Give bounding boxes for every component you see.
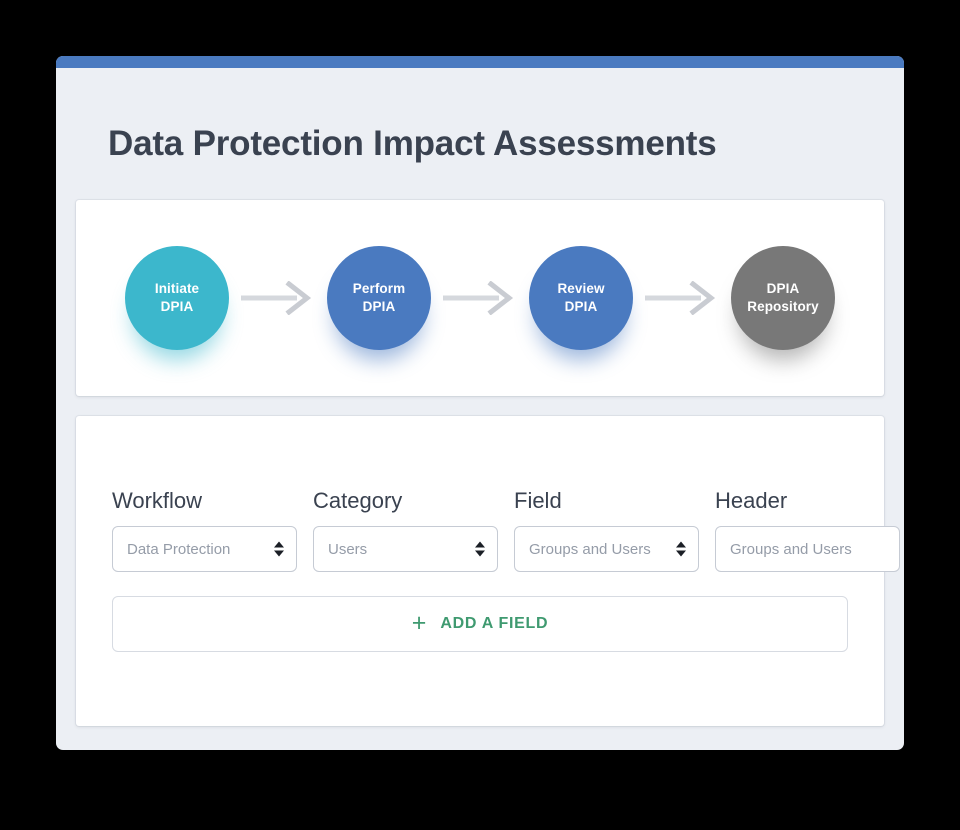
field-label-field: Field [514, 488, 562, 513]
stepper-arrows-icon[interactable] [676, 541, 686, 557]
add-a-field-label: ADD A FIELD [440, 615, 549, 632]
category-select-value: Users [328, 540, 368, 558]
node-circle: Review DPIA [529, 246, 633, 350]
field-group-header: Header Groups and Users [715, 490, 900, 572]
stepper-arrows-icon[interactable] [475, 541, 485, 557]
add-a-field-button[interactable]: + ADD A FIELD [112, 596, 848, 652]
form-body: Workflow Data Protection Category Users … [76, 416, 900, 652]
header-input-value: Groups and Users [730, 540, 852, 558]
workflow-node-initiate-dpia[interactable]: Initiate DPIA [125, 246, 229, 360]
chevron-up-icon [676, 541, 686, 548]
chevron-down-icon [274, 550, 284, 557]
header-input[interactable]: Groups and Users [715, 526, 900, 572]
field-label-workflow: Workflow [112, 488, 203, 513]
screen-root: Data Protection Impact Assessments Initi… [0, 0, 960, 830]
page-title: Data Protection Impact Assessments [108, 124, 717, 163]
field-label-header: Header [715, 488, 788, 513]
chevron-up-icon [274, 541, 284, 548]
field-group-category: Category Users [313, 490, 498, 572]
workflow-node-perform-dpia[interactable]: Perform DPIA [327, 246, 431, 360]
arrow-right-icon [239, 278, 317, 318]
plus-icon: + [411, 608, 427, 637]
field-label-category: Category [313, 488, 403, 513]
field-configuration-panel: Workflow Data Protection Category Users … [76, 416, 900, 726]
field-group-workflow: Workflow Data Protection [112, 490, 297, 572]
node-label: Review DPIA [557, 281, 605, 314]
category-select[interactable]: Users [313, 526, 498, 572]
workflow-select-value: Data Protection [127, 540, 231, 558]
chevron-up-icon [475, 541, 485, 548]
field-row: Workflow Data Protection Category Users … [112, 490, 900, 572]
window-title-bar [56, 56, 904, 68]
workflow-node-dpia-repository[interactable]: DPIA Repository [731, 246, 835, 360]
application-window: Data Protection Impact Assessments Initi… [56, 56, 904, 750]
field-group-field: Field Groups and Users [514, 490, 699, 572]
field-select-value: Groups and Users [529, 540, 651, 558]
node-label: Perform DPIA [352, 281, 406, 314]
node-label: Initiate DPIA [154, 281, 200, 314]
chevron-down-icon [676, 550, 686, 557]
arrow-right-icon [441, 278, 519, 318]
field-select[interactable]: Groups and Users [514, 526, 699, 572]
arrow-right-icon [643, 278, 721, 318]
workflow-node-review-dpia[interactable]: Review DPIA [529, 246, 633, 360]
workflow-flow: Initiate DPIA Perform DPIA Review DPIA D… [76, 200, 884, 396]
chevron-down-icon [475, 550, 485, 557]
node-circle: DPIA Repository [731, 246, 835, 350]
stepper-arrows-icon[interactable] [274, 541, 284, 557]
workflow-diagram-panel: Initiate DPIA Perform DPIA Review DPIA D… [76, 200, 884, 396]
node-circle: Perform DPIA [327, 246, 431, 350]
workflow-select[interactable]: Data Protection [112, 526, 297, 572]
node-circle: Initiate DPIA [125, 246, 229, 350]
node-label: DPIA Repository [747, 281, 819, 314]
